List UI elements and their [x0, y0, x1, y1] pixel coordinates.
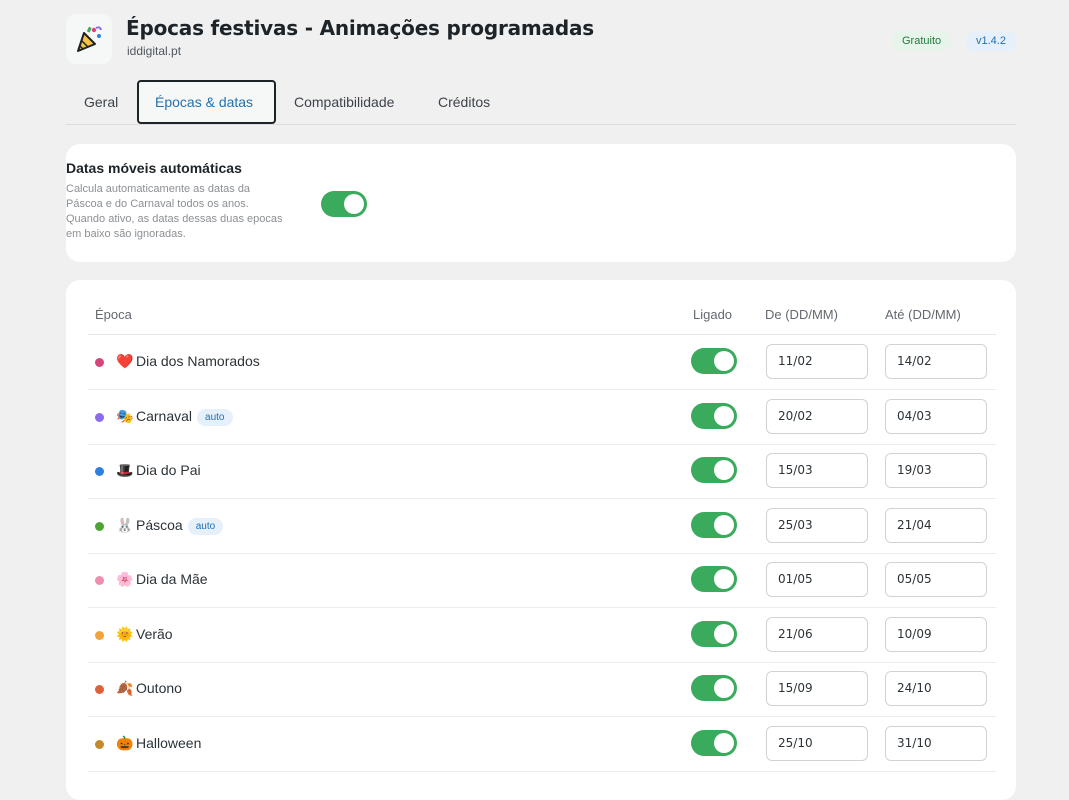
season-name-text: Halloween [136, 734, 202, 751]
season-enabled-toggle[interactable] [691, 348, 737, 374]
tab-creditos[interactable]: Créditos [422, 80, 506, 124]
season-enabled-toggle[interactable] [691, 566, 737, 592]
season-name: Dia do Pai [136, 462, 201, 478]
carnival-masks-icon: 🎭 [116, 407, 134, 424]
auto-badge: auto [187, 517, 224, 535]
party-popper-icon [66, 14, 112, 64]
season-name: Outono [136, 680, 182, 696]
season-enabled-toggle[interactable] [691, 675, 737, 701]
table-row: 🎭 Carnaval auto 20/02 04/03 [88, 390, 996, 445]
table-row: 🌸 Dia da Mãe 01/05 05/05 [88, 553, 996, 608]
seasons-card: Época Ligado De (DD/MM) Até (DD/MM) ❤️ Di… [66, 280, 1016, 800]
column-header-to: Até (DD/MM) [885, 307, 961, 322]
season-enabled-toggle[interactable] [691, 402, 737, 429]
tab-compatibilidade[interactable]: Compatibilidade [278, 80, 410, 124]
bunny-icon: 🐰 [116, 516, 134, 533]
season-enabled-toggle[interactable] [691, 511, 737, 538]
season-enabled-toggle[interactable] [691, 729, 737, 756]
sun-icon: 🌞 [116, 625, 134, 642]
season-name-text: Outono [136, 680, 182, 696]
autumn-leaf-icon: 🍂 [116, 680, 134, 696]
date-from-input[interactable]: 15/03 [766, 453, 868, 488]
table-row: 🍂 Outono 15/09 24/10 [88, 662, 996, 717]
tab-bar: Geral Épocas & datas Compatibilidade Cré… [66, 80, 1016, 125]
date-to-input[interactable]: 10/09 [885, 616, 987, 652]
season-enabled-toggle[interactable] [691, 457, 737, 483]
table-row: 🎃 Halloween 25/10 31/10 [88, 717, 996, 772]
date-to-input[interactable]: 21/04 [885, 507, 987, 543]
auto-dates-card: Datas móveis automáticas Calcula automat… [66, 144, 1016, 262]
season-color-dot [95, 685, 104, 694]
free-badge: Gratuito [892, 31, 952, 51]
flower-icon: 🌸 [116, 571, 134, 587]
column-header-season: Época [95, 307, 132, 322]
season-color-dot [95, 739, 104, 749]
season-name: Halloween [136, 735, 201, 751]
date-to-input[interactable]: 31/10 [885, 725, 987, 761]
pumpkin-icon: 🎃 [116, 734, 134, 751]
plugin-domain: iddigital.pt [127, 44, 182, 58]
date-from-input[interactable]: 01/05 [766, 562, 868, 597]
table-row: ❤️ Dia dos Namorados 11/02 14/02 [88, 335, 996, 390]
date-from-input[interactable]: 11/02 [766, 344, 868, 379]
season-color-dot [95, 521, 104, 531]
season-name: Verão [136, 626, 173, 642]
date-to-input[interactable]: 04/03 [885, 398, 987, 434]
auto-badge: auto [197, 408, 233, 426]
date-from-input[interactable]: 20/02 [766, 398, 868, 434]
season-name-text: Dia dos Namorados [136, 353, 260, 369]
season-color-dot [95, 358, 104, 367]
date-from-input[interactable]: 25/10 [766, 725, 868, 761]
auto-dates-description: Calcula automaticamente as datas da Pásc… [66, 183, 283, 240]
auto-dates-title: Datas móveis automáticas [66, 160, 242, 176]
date-to-input[interactable]: 14/02 [885, 344, 987, 379]
season-color-dot [95, 412, 104, 422]
season-name-text: Verão [136, 625, 173, 642]
date-from-input[interactable]: 21/06 [766, 616, 868, 652]
date-to-input[interactable]: 24/10 [885, 671, 987, 706]
season-name-text: Carnaval [136, 407, 193, 424]
date-to-input[interactable]: 05/05 [885, 562, 987, 597]
auto-dates-toggle[interactable] [321, 191, 367, 217]
season-name-text: Páscoa [136, 516, 183, 533]
party-popper-graphic [77, 26, 102, 52]
top-hat-icon: 🎩 [116, 462, 134, 478]
season-color-dot [95, 467, 104, 476]
column-header-from: De (DD/MM) [765, 307, 838, 322]
season-name: Carnaval auto [136, 408, 233, 426]
tab-geral[interactable]: Geral [68, 80, 134, 124]
date-from-input[interactable]: 25/03 [766, 507, 868, 543]
table-row: 🎩 Dia do Pai 15/03 19/03 [88, 444, 996, 499]
season-name: Dia dos Namorados [136, 353, 260, 369]
season-color-dot [95, 630, 104, 640]
season-color-dot [95, 576, 104, 585]
season-name: Páscoa auto [136, 516, 224, 535]
table-row: 🐰 Páscoa auto 25/03 21/04 [88, 499, 996, 554]
season-enabled-toggle[interactable] [691, 620, 737, 647]
table-row: 🌞 Verão 21/06 10/09 [88, 608, 996, 663]
season-name: Dia da Mãe [136, 571, 208, 587]
settings-page: Épocas festivas - Animações programadas … [66, 0, 1016, 800]
column-header-enabled: Ligado [693, 307, 733, 322]
tab-epocas-datas[interactable]: Épocas & datas [137, 80, 276, 124]
plugin-header: Épocas festivas - Animações programadas … [66, 0, 1016, 78]
season-name-text: Dia da Mãe [136, 571, 208, 587]
date-to-input[interactable]: 19/03 [885, 453, 987, 488]
season-name-text: Dia do Pai [136, 462, 201, 478]
plugin-title: Épocas festivas - Animações programadas [126, 16, 594, 40]
heart-icon: ❤️ [116, 353, 134, 369]
date-from-input[interactable]: 15/09 [766, 671, 868, 706]
version-badge: v1.4.2 [966, 31, 1016, 51]
